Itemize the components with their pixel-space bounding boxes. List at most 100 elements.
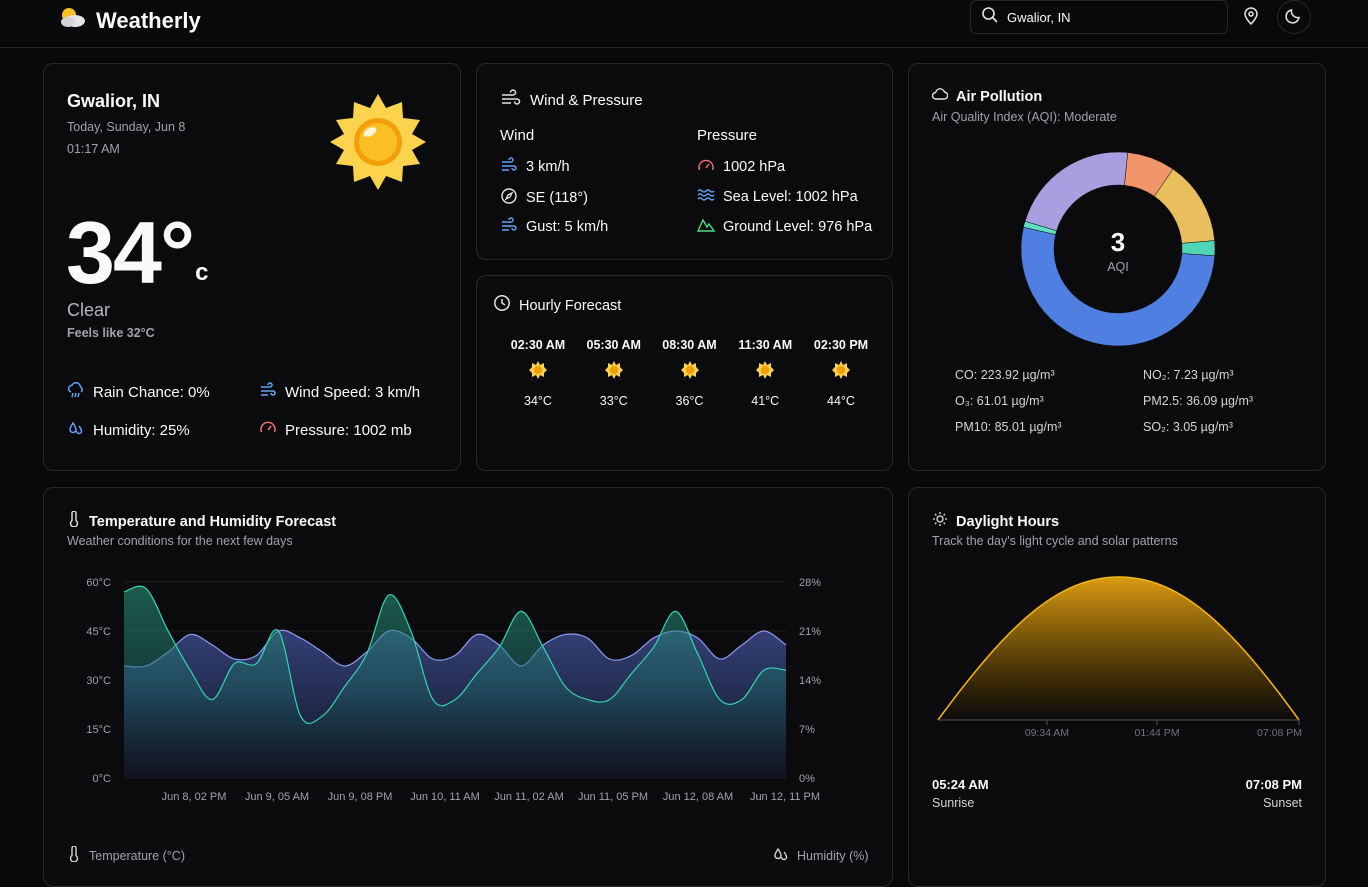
cloud-sun-logo-icon <box>58 5 88 37</box>
wind-direction-value: SE (118°) <box>526 190 588 206</box>
y-right-tick-label: 28% <box>799 577 821 589</box>
app-name: Weatherly <box>96 8 201 33</box>
sea-level-value: Sea Level: 1002 hPa <box>723 189 858 205</box>
forecast-area-chart: 60°C 45°C 30°C 15°C 0°C 28% 21% 14% 7% 0% Jun 8, 0… <box>86 577 821 803</box>
forecast-subtitle: Weather conditions for the next few days <box>67 534 293 548</box>
wind-heading: Wind <box>500 127 535 144</box>
daylight-subtitle: Track the day's light cycle and solar pa… <box>932 534 1178 548</box>
x-tick-label: Jun 10, 11 AM <box>410 791 480 803</box>
location-pin-icon[interactable] <box>1242 6 1260 31</box>
x-tick-label: Jun 12, 08 AM <box>663 791 733 803</box>
daylight-card: Daylight Hours Track the day's light cyc… <box>908 487 1326 887</box>
wind-speed-text: Wind Speed: 3 km/h <box>285 383 421 401</box>
hourly-item: 08:30 AM 36°C <box>654 338 726 408</box>
temperature-unit: c <box>195 259 209 286</box>
wind-icon <box>500 89 522 112</box>
sunset-label: Sunset <box>1263 796 1302 810</box>
theme-toggle-button[interactable] <box>1277 0 1311 34</box>
aqi-label: AQI <box>1107 260 1129 274</box>
pressure-row: 1002 hPa <box>697 157 785 177</box>
x-tick-label: Jun 11, 05 PM <box>578 791 648 803</box>
daylight-tick-label: 01:44 PM <box>1135 727 1180 739</box>
droplets-icon <box>773 846 789 865</box>
search-input[interactable] <box>1007 9 1207 25</box>
thermometer-icon <box>67 845 81 865</box>
current-date: Today, Sunday, Jun 8 <box>67 120 186 134</box>
brand[interactable]: Weatherly <box>58 5 201 37</box>
sun-icon <box>528 360 548 385</box>
sunset-time: 07:08 PM <box>1245 777 1302 792</box>
sunrise-label: Sunrise <box>932 796 975 810</box>
pressure-value: 1002 hPa <box>723 159 786 175</box>
wind-pressure-header: Wind & Pressure <box>500 89 643 112</box>
pressure-text: Pressure: 1002 mb <box>285 421 412 439</box>
mountain-icon <box>696 217 716 237</box>
y-left-tick-label: 0°C <box>93 773 112 785</box>
humidity-text: Humidity: 25% <box>93 421 190 439</box>
wind-icon <box>259 381 277 403</box>
top-bar: Weatherly <box>0 0 1368 48</box>
air-header: Air Pollution <box>931 87 1042 106</box>
donut-slice <box>1181 240 1216 257</box>
x-tick-label: Jun 8, 02 PM <box>162 791 227 803</box>
ground-level-row: Ground Level: 976 hPa <box>696 217 873 237</box>
sea-level-row: Sea Level: 1002 hPa <box>697 187 858 207</box>
daylight-area <box>938 577 1299 720</box>
hourly-item: 02:30 AM 34°C <box>502 338 574 408</box>
pressure-stat: Pressure: 1002 mb <box>259 419 412 441</box>
x-tick-label: Jun 11, 02 AM <box>494 791 564 803</box>
wind-direction-row: SE (118°) <box>500 187 588 209</box>
temperature-value: 34° c <box>66 209 208 297</box>
search-icon <box>981 6 999 29</box>
x-tick-label: Jun 9, 08 PM <box>328 791 393 803</box>
legend-temperature-label: Temperature (°C) <box>89 848 185 863</box>
wind-pressure-card: Wind & Pressure Wind Pressure 3 km/h SE … <box>476 63 893 260</box>
hourly-list: 02:30 AM 34°C 05:30 AM 33°C 08:30 AM 36°… <box>502 338 877 408</box>
gauge-icon <box>697 157 715 177</box>
hourly-item: 05:30 AM 33°C <box>578 338 650 408</box>
wind-speed-stat: Wind Speed: 3 km/h <box>259 381 420 403</box>
sun-icon <box>680 360 700 385</box>
legend-humidity-label: Humidity (%) <box>797 848 869 863</box>
location-name: Gwalior, IN <box>67 91 161 111</box>
daylight-tick-label: 09:34 AM <box>1025 727 1069 739</box>
hourly-item: 11:30 AM 41°C <box>729 338 801 408</box>
pollutant-pm25: PM2.5: 36.09 µg/m³ <box>1143 394 1254 408</box>
pollutant-o3: O₃: 61.01 µg/m³ <box>955 394 1044 408</box>
hourly-time: 05:30 AM <box>586 338 641 352</box>
ground-level-value: Ground Level: 976 hPa <box>723 219 873 235</box>
search-box[interactable] <box>970 0 1228 34</box>
sun-icon <box>755 360 775 385</box>
current-time: 01:17 AM <box>67 142 120 156</box>
forecast-title: Temperature and Humidity Forecast <box>89 513 337 530</box>
humidity-stat: Humidity: 25% <box>67 419 190 441</box>
hourly-forecast-card: Hourly Forecast 02:30 AM 34°C 05:30 AM 3… <box>476 275 893 471</box>
hourly-temp: 41°C <box>751 394 780 408</box>
wind-speed-row: 3 km/h <box>500 157 570 177</box>
feels-like-text: Feels like 32°C <box>67 326 155 340</box>
legend-humidity: Humidity (%) <box>773 846 869 865</box>
daylight-tick-label: 07:08 PM <box>1257 727 1302 739</box>
rain-chance-stat: Rain Chance: 0% <box>67 381 210 403</box>
daylight-title: Daylight Hours <box>956 513 1060 530</box>
y-left-tick-label: 60°C <box>86 577 111 589</box>
wind-icon <box>500 157 518 177</box>
hourly-time: 08:30 AM <box>662 338 717 352</box>
clock-icon <box>493 294 511 317</box>
hourly-temp: 34°C <box>524 394 552 408</box>
daylight-header: Daylight Hours <box>932 511 1059 532</box>
hourly-temp: 33°C <box>599 394 628 408</box>
y-left-tick-label: 15°C <box>86 724 111 736</box>
pressure-heading: Pressure <box>697 127 758 144</box>
droplets-icon <box>67 419 85 441</box>
y-right-tick-label: 21% <box>799 626 821 638</box>
temperature-number: 34° <box>66 203 195 302</box>
donut-slice <box>1024 151 1129 232</box>
x-tick-label: Jun 9, 05 AM <box>245 791 309 803</box>
pollutant-so2: SO₂: 3.05 µg/m³ <box>1143 420 1233 434</box>
y-right-tick-label: 7% <box>799 724 815 736</box>
wind-gust-row: Gust: 5 km/h <box>500 217 608 237</box>
sun-icon <box>328 92 428 197</box>
forecast-header: Temperature and Humidity Forecast <box>67 510 337 532</box>
y-right-tick-label: 14% <box>799 675 821 687</box>
